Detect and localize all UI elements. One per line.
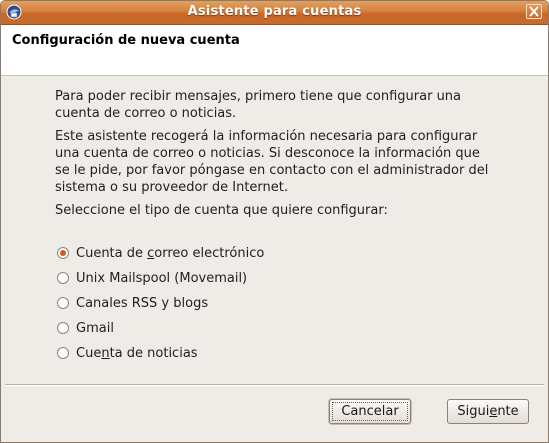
radio-label[interactable]: Gmail [76,321,114,336]
title-bar[interactable]: Asistente para cuentas [1,1,548,25]
radio-button[interactable] [57,272,69,284]
page-title: Configuración de nueva cuenta [12,33,240,48]
intro-text: Para poder recibir mensajes, primero tie… [55,89,462,121]
wizard-content: Para poder recibir mensajes, primero tie… [55,88,495,219]
radio-gmail-account[interactable]: Gmail [57,319,114,337]
close-button[interactable] [526,4,542,19]
radio-news-account[interactable]: Cuenta de noticias [57,344,198,362]
radio-email-account[interactable]: Cuenta de correo electrónico [57,244,264,262]
radio-button[interactable] [57,347,69,359]
next-button[interactable]: Siguiente [447,399,529,424]
radio-button[interactable] [57,247,69,259]
radio-label[interactable]: Canales RSS y blogs [76,296,208,311]
wizard-header: Configuración de nueva cuenta [1,25,548,76]
radio-label[interactable]: Cuenta de correo electrónico [76,246,264,261]
cancel-button[interactable]: Cancelar [329,399,411,424]
footer-separator [5,384,544,386]
close-icon [529,6,539,17]
radio-label[interactable]: Unix Mailspool (Movemail) [76,271,247,286]
wizard-window: Asistente para cuentas Configuración de … [0,0,549,443]
radio-movemail-account[interactable]: Unix Mailspool (Movemail) [57,269,247,287]
prompt-text: Seleccione el tipo de cuenta que quiere … [55,203,388,218]
window-title: Asistente para cuentas [187,4,362,19]
info-text: Este asistente recogerá la información n… [55,129,489,195]
radio-button[interactable] [57,297,69,309]
radio-button[interactable] [57,322,69,334]
radio-label[interactable]: Cuenta de noticias [76,346,198,361]
radio-rss-account[interactable]: Canales RSS y blogs [57,294,208,312]
